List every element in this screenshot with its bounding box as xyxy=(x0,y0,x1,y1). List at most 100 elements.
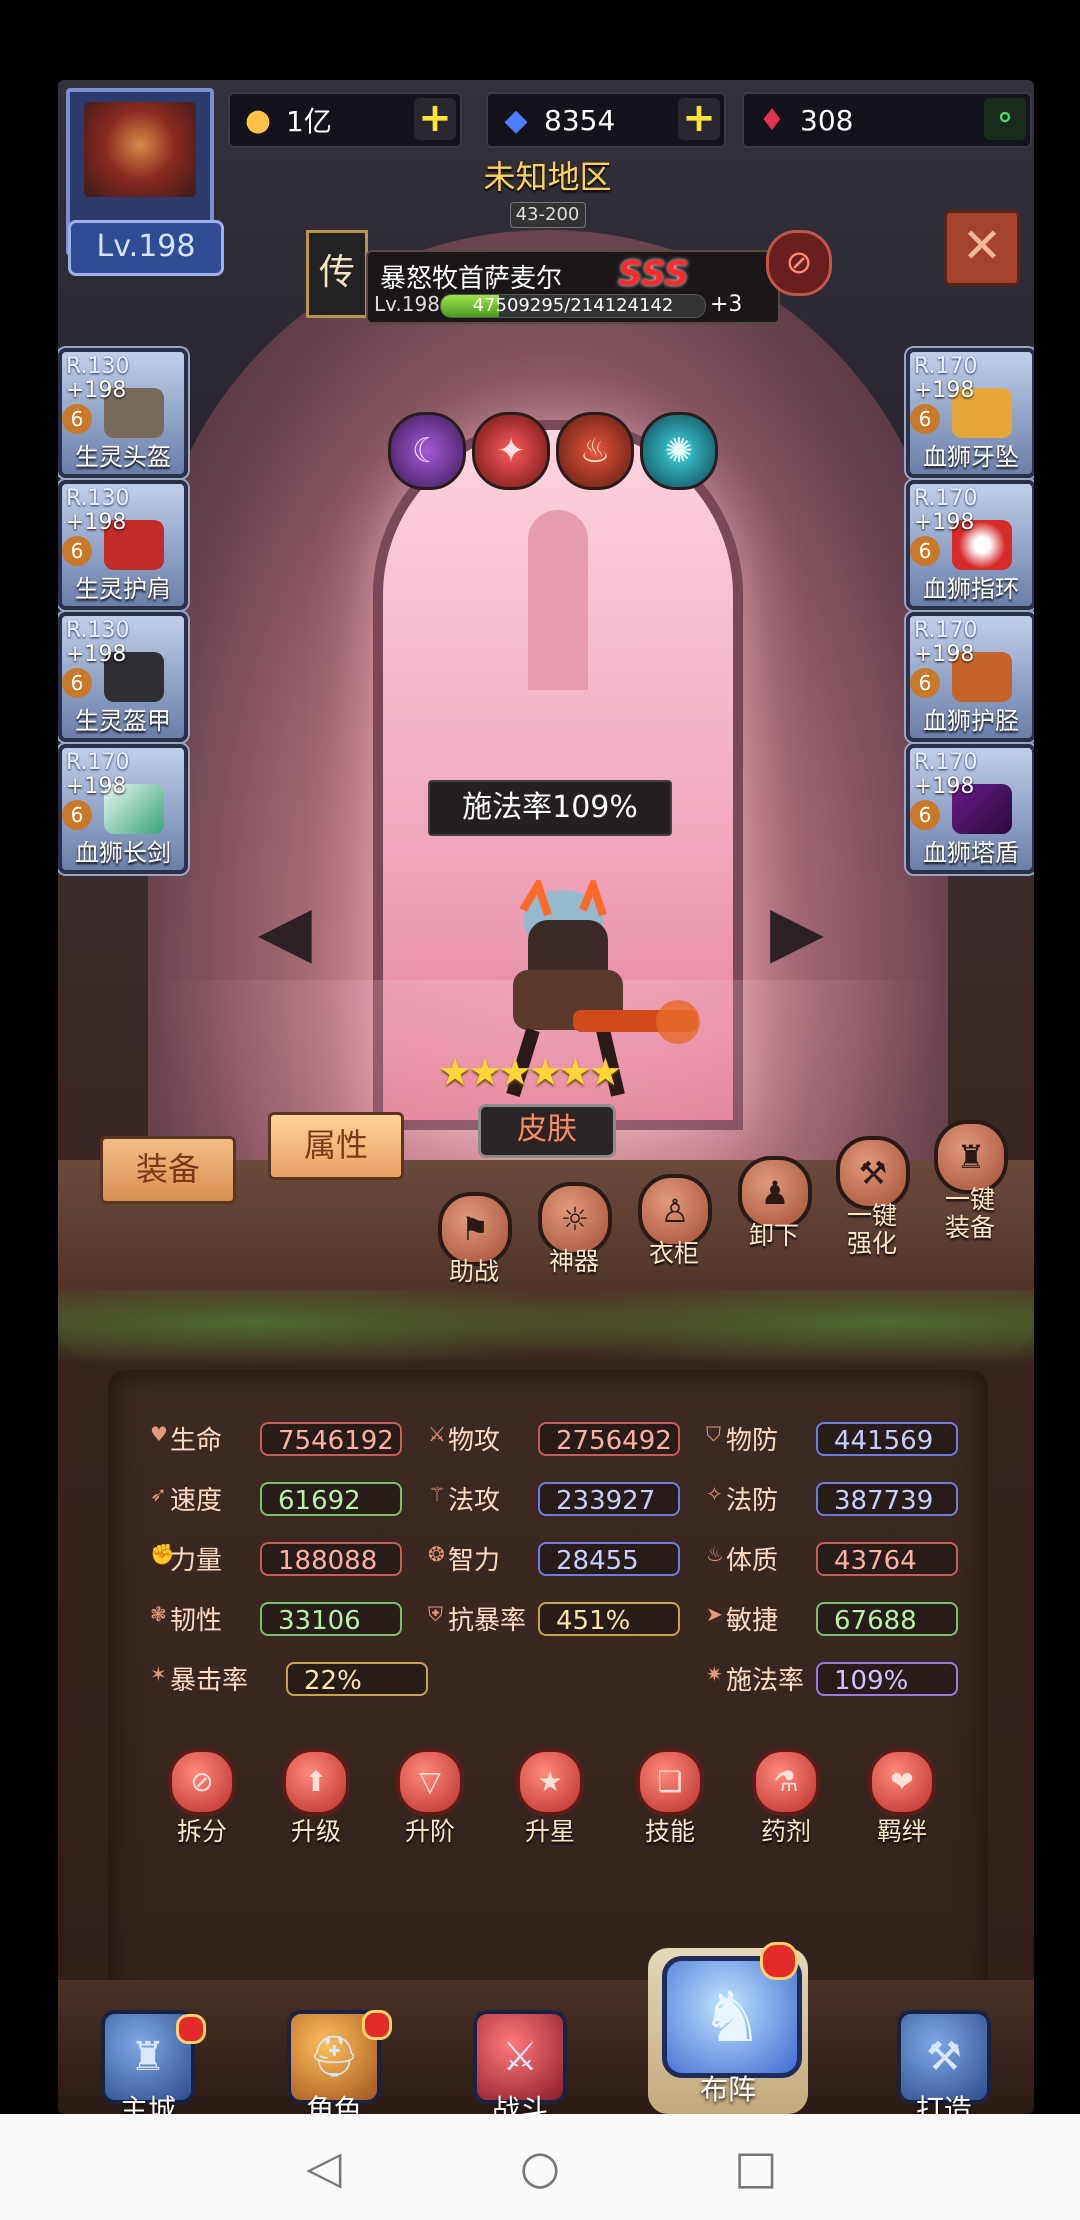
red-flame-skill-icon[interactable]: ♨ xyxy=(556,412,634,490)
action-label: 衣柜 xyxy=(648,1239,699,1268)
assist-button[interactable]: ⚑ 助战 xyxy=(438,1192,512,1286)
equip-tier: 6 xyxy=(910,668,940,698)
lock-icon[interactable]: ⊘ xyxy=(766,230,832,296)
add-diamond-button[interactable]: + xyxy=(678,98,720,140)
action-label: 一键 强化 xyxy=(846,1201,897,1258)
equip-slot-pendant[interactable]: R.170 +198 6 血狮牙坠 xyxy=(906,348,1034,478)
equip-tier: 6 xyxy=(910,800,940,830)
equip-tier: 6 xyxy=(910,536,940,566)
add-gold-button[interactable]: + xyxy=(414,98,456,140)
equip-level: +198 xyxy=(914,378,975,403)
equip-slot-helmet[interactable]: R.130 +198 6 生灵头盔 xyxy=(58,348,188,478)
region-info: 未知地区 43-200 xyxy=(480,152,615,228)
skills-button[interactable]: ❏ 技能 xyxy=(630,1748,710,1848)
diamond-resource: ◆ 8354 + xyxy=(486,92,726,148)
bond-button[interactable]: ❤ 羁绊 xyxy=(862,1748,942,1848)
equip-slot-shoulder[interactable]: R.130 +198 6 生灵护肩 xyxy=(58,480,188,610)
tab-attributes[interactable]: 属性 xyxy=(268,1112,404,1180)
diamond-icon: ◆ xyxy=(504,102,528,138)
cast-rate-banner: 施法率109% xyxy=(428,780,672,836)
stat-name: 智力 xyxy=(448,1546,501,1576)
stat-name: 物攻 xyxy=(448,1426,501,1456)
stat-value: 43764 xyxy=(816,1542,958,1576)
avatar-portrait xyxy=(84,102,196,197)
heart-icon: ♥ xyxy=(150,1422,168,1446)
player-level-badge: Lv.198 xyxy=(68,220,224,276)
equip-rarity: R.130 xyxy=(66,486,130,511)
diamond-value: 8354 xyxy=(544,103,616,137)
equip-slot-armor[interactable]: R.130 +198 6 生灵盔甲 xyxy=(58,612,188,742)
back-icon[interactable]: ◁ xyxy=(264,2114,384,2220)
stat-value: 188088 xyxy=(260,1542,402,1576)
stat-name: 物防 xyxy=(726,1426,779,1456)
equip-tier: 6 xyxy=(910,404,940,434)
toughness-icon: ❃ xyxy=(150,1602,167,1626)
stat-value: 109% xyxy=(816,1662,958,1696)
split-icon: ⊘ xyxy=(168,1748,236,1816)
function-label: 羁绊 xyxy=(876,1817,927,1846)
nav-battle[interactable]: ⚔ 战斗 xyxy=(460,2010,580,2114)
hammer-icon: ⚒ xyxy=(836,1136,910,1210)
potion-icon: ⚗ xyxy=(752,1748,820,1816)
equip-rarity: R.170 xyxy=(914,354,978,379)
next-hero-arrow-icon[interactable]: ▶ xyxy=(770,890,824,972)
equip-rarity: R.130 xyxy=(66,618,130,643)
swords-icon: ⚔ xyxy=(428,1422,446,1446)
advance-button[interactable]: ▽ 升阶 xyxy=(390,1748,470,1848)
advance-icon: ▽ xyxy=(396,1748,464,1816)
equip-tier: 6 xyxy=(62,668,92,698)
home-icon[interactable]: ○ xyxy=(480,2114,600,2220)
equip-name: 生灵头盔 xyxy=(75,443,171,471)
unequip-icon: ♟ xyxy=(738,1156,812,1230)
function-label: 升级 xyxy=(290,1817,341,1846)
stat-name: 体质 xyxy=(726,1546,779,1576)
red-demon-skill-icon[interactable]: ✦ xyxy=(472,412,550,490)
stat-name: 韧性 xyxy=(170,1606,223,1636)
equip-slot-greaves[interactable]: R.170 +198 6 血狮护胫 xyxy=(906,612,1034,742)
equip-slot-shield[interactable]: R.170 +198 6 血狮塔盾 xyxy=(906,744,1034,874)
equip-slot-sword[interactable]: R.170 +198 6 血狮长剑 xyxy=(58,744,188,874)
hero-exp-bar: 47509295/214124142 xyxy=(440,294,706,318)
wardrobe-button[interactable]: ♙ 衣柜 xyxy=(638,1174,712,1268)
upgrade-button[interactable]: ⬆ 升级 xyxy=(276,1748,356,1848)
equip-level: +198 xyxy=(66,642,127,667)
hero-name-box: 暴怒牧首萨麦尔 SSS Lv.198 47509295/214124142 +3 xyxy=(366,250,780,324)
region-name: 未知地区 xyxy=(483,158,612,196)
red-crystal-icon: ♦ xyxy=(758,102,786,138)
recents-icon[interactable]: □ xyxy=(696,2114,816,2220)
crit-resist-icon: ⛨ xyxy=(428,1602,443,1626)
action-label: 助战 xyxy=(448,1257,499,1286)
close-button[interactable]: ✕ xyxy=(944,210,1020,286)
tab-equip[interactable]: 装备 xyxy=(100,1136,236,1204)
equip-rarity: R.170 xyxy=(914,486,978,511)
cyan-aura-skill-icon[interactable]: ✺ xyxy=(640,412,718,490)
star-up-button[interactable]: ★ 升星 xyxy=(510,1748,590,1848)
system-navigation-bar: ◁ ○ □ xyxy=(0,2114,1080,2220)
equip-slot-ring[interactable]: R.170 +198 6 血狮指环 xyxy=(906,480,1034,610)
unequip-button[interactable]: ♟ 卸下 xyxy=(738,1156,812,1250)
gold-coin-icon: ● xyxy=(244,102,272,138)
stat-value: 387739 xyxy=(816,1482,958,1516)
artifact-button[interactable]: ☼ 神器 xyxy=(538,1182,612,1276)
skin-button[interactable]: 皮肤 xyxy=(478,1104,616,1158)
gold-value: 1亿 xyxy=(286,105,332,138)
book-icon: ❏ xyxy=(636,1748,704,1816)
split-button[interactable]: ⊘ 拆分 xyxy=(162,1748,242,1848)
hero-level: Lv.198 xyxy=(374,292,440,316)
share-icon[interactable]: ⚬ xyxy=(984,98,1026,140)
stat-name: 法防 xyxy=(726,1486,779,1516)
potion-button[interactable]: ⚗ 药剂 xyxy=(746,1748,826,1848)
previous-hero-arrow-icon[interactable]: ◀ xyxy=(258,890,312,972)
equip-name: 血狮塔盾 xyxy=(923,839,1019,867)
equip-rarity: R.170 xyxy=(66,750,130,775)
purple-claw-skill-icon[interactable]: ☾ xyxy=(388,412,466,490)
nav-forge[interactable]: ⚒ 打造 xyxy=(884,2010,1004,2114)
equip-rarity: R.130 xyxy=(66,354,130,379)
stat-name: 敏捷 xyxy=(726,1606,779,1636)
star-icon: ★ xyxy=(516,1748,584,1816)
one-click-equip-button[interactable]: ♜ 一键 装备 xyxy=(934,1120,1008,1242)
body-icon: ♨ xyxy=(706,1542,724,1566)
one-click-enhance-button[interactable]: ⚒ 一键 强化 xyxy=(836,1136,910,1258)
stat-value: 451% xyxy=(538,1602,680,1636)
function-label: 技能 xyxy=(644,1817,695,1846)
